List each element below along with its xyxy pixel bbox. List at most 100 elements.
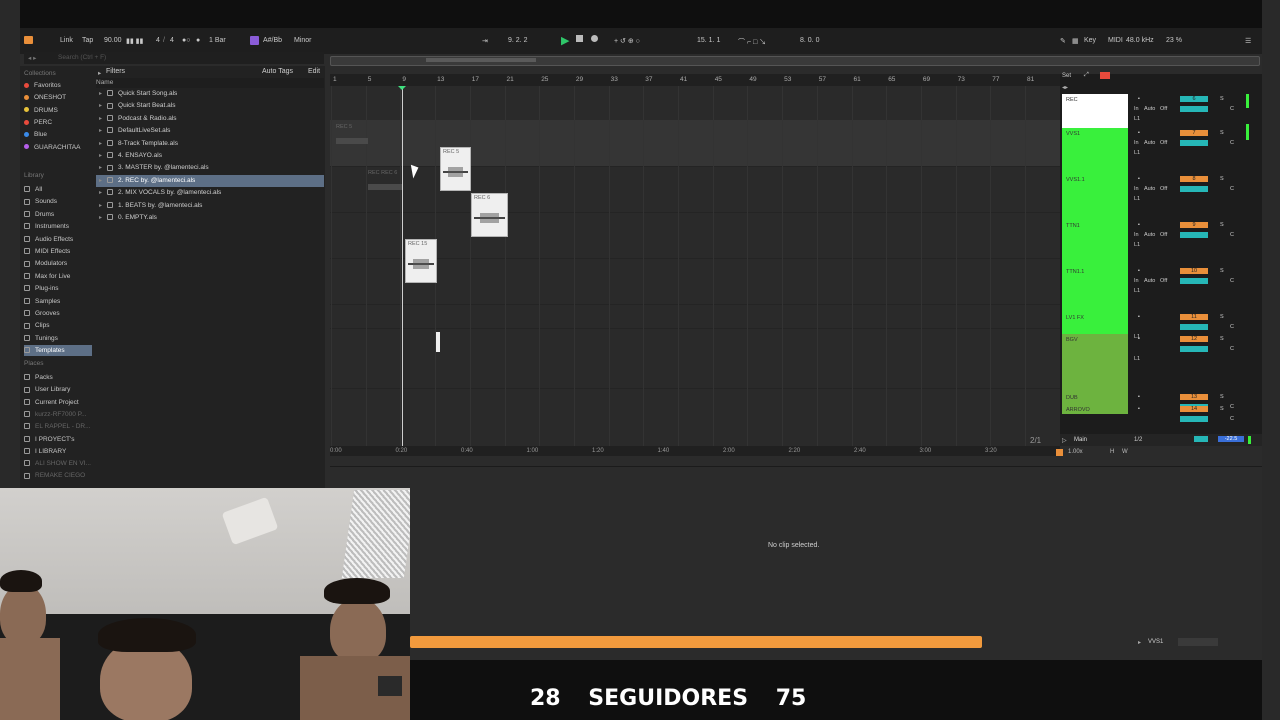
keyboard-icon[interactable]: ▦ — [1072, 37, 1079, 45]
audio-clip[interactable]: REC 15 — [405, 239, 437, 283]
places-item[interactable]: REMAKE CIEGO — [24, 470, 92, 481]
collection-item[interactable]: Favoritos — [24, 80, 92, 91]
auto-label[interactable]: Auto — [1144, 278, 1155, 284]
library-item[interactable]: Grooves — [24, 308, 92, 319]
track-number[interactable]: 13 — [1180, 394, 1208, 400]
expand-arrow-icon[interactable]: ▸ — [99, 103, 102, 109]
off-label[interactable]: Off — [1160, 106, 1167, 112]
places-item[interactable]: Current Project — [24, 397, 92, 408]
audio-clip[interactable]: REC 6 — [471, 193, 508, 237]
browser-file-row[interactable]: ▸ Podcast & Radio.als — [96, 113, 324, 125]
track-volume-bar[interactable] — [1180, 232, 1208, 238]
track-volume-bar[interactable] — [1180, 106, 1208, 112]
channel-label[interactable]: L1 — [1134, 116, 1140, 122]
main-track[interactable]: ▷ Main 1/2 -22.5 — [1060, 434, 1262, 446]
places-item[interactable]: Packs — [24, 372, 92, 383]
link-button[interactable]: Link — [60, 37, 73, 44]
arrangement-view[interactable]: 1 5 9 13 17 21 25 29 33 37 41 45 49 53 57 61 65 69 73 77 81 … — [330, 74, 1060, 446]
expand-arrow-icon[interactable]: ▸ — [99, 153, 102, 159]
track-volume-bar[interactable] — [1180, 346, 1208, 352]
input-label[interactable]: In — [1134, 278, 1139, 284]
scale-root[interactable]: A#/Bb — [263, 37, 282, 44]
cue-icon[interactable]: C — [1230, 140, 1234, 146]
solo-icon[interactable]: S — [1220, 268, 1224, 274]
channel-label[interactable]: L1 — [1134, 288, 1140, 294]
collection-item[interactable]: PERC — [24, 117, 92, 128]
solo-icon[interactable]: S — [1220, 96, 1224, 102]
tempo-field[interactable]: 90.00 — [104, 37, 122, 44]
library-item[interactable]: Clips — [24, 320, 92, 331]
cue-icon[interactable]: C — [1230, 106, 1234, 112]
track-lane-rec[interactable] — [330, 86, 1060, 121]
main-play-icon[interactable]: ▷ — [1062, 437, 1067, 444]
arm-icon[interactable]: ▪ — [1138, 394, 1140, 400]
track-header[interactable]: REC — [1062, 94, 1128, 128]
time-signature-denominator[interactable]: 4 — [170, 37, 174, 44]
arm-icon[interactable]: ▪ — [1138, 176, 1140, 182]
off-label[interactable]: Off — [1160, 232, 1167, 238]
off-label[interactable]: Off — [1160, 186, 1167, 192]
solo-icon[interactable]: S — [1220, 406, 1224, 412]
zoom-icon[interactable] — [1056, 449, 1063, 456]
midi-map-button[interactable]: MIDI — [1108, 37, 1123, 44]
solo-icon[interactable]: S — [1220, 336, 1224, 342]
library-item[interactable]: Sounds — [24, 196, 92, 207]
playhead[interactable] — [402, 86, 403, 446]
input-label[interactable]: In — [1134, 186, 1139, 192]
track-play-icon[interactable]: ▸ — [1138, 639, 1141, 646]
channel-label[interactable]: L1 — [1134, 356, 1140, 362]
library-item[interactable]: Audio Effects — [24, 234, 92, 245]
library-item[interactable]: Drums — [24, 209, 92, 220]
browser-file-row[interactable]: ▸ 0. EMPTY.als — [96, 212, 324, 224]
overview-selection[interactable] — [426, 58, 536, 62]
track-header[interactable]: LV1 FX — [1062, 312, 1128, 334]
track-lane-ttn1-1[interactable] — [330, 258, 1060, 305]
auto-label[interactable]: Auto — [1144, 140, 1155, 146]
link-icon[interactable]: ⤢ — [1084, 72, 1089, 79]
app-icon[interactable] — [24, 36, 33, 44]
browser-file-row[interactable]: ▸ 3. MASTER by. @lamenteci.als — [96, 162, 324, 174]
loop-length-field[interactable]: 8. 0. 0 — [800, 37, 819, 44]
channel-label[interactable]: L1 — [1134, 242, 1140, 248]
tap-button[interactable]: Tap — [82, 37, 93, 44]
track-lane-ttn1[interactable] — [330, 212, 1060, 259]
library-item[interactable]: All — [24, 184, 92, 195]
input-label[interactable]: In — [1134, 232, 1139, 238]
draw-mode-icon[interactable]: ✎ — [1060, 37, 1066, 45]
alert-icon[interactable] — [1100, 72, 1110, 79]
overdub-icon[interactable]: + ↺ ⊕ ○ — [614, 37, 640, 45]
solo-icon[interactable]: S — [1220, 222, 1224, 228]
name-column-header[interactable]: Name — [96, 79, 113, 86]
main-volume[interactable]: -22.5 — [1218, 436, 1244, 442]
scale-mode[interactable]: Minor — [294, 37, 312, 44]
auto-label[interactable]: Auto — [1144, 186, 1155, 192]
track-volume-bar[interactable] — [1180, 186, 1208, 192]
song-position[interactable]: 9. 2. 2 — [508, 37, 527, 44]
search-bar[interactable]: ◂ ▸ Search (Ctrl + F) — [24, 52, 324, 64]
track-volume-bar[interactable] — [1180, 278, 1208, 284]
off-label[interactable]: Off — [1160, 278, 1167, 284]
audio-clip[interactable]: REC 5 — [440, 147, 471, 191]
cue-icon[interactable]: C — [1230, 232, 1234, 238]
collection-item[interactable]: GUARACHITAA — [24, 142, 92, 153]
record-icon[interactable] — [591, 35, 598, 42]
track-volume-bar[interactable] — [1180, 140, 1208, 146]
beat-ruler[interactable]: 1 5 9 13 17 21 25 29 33 37 41 45 49 53 57 61 65 69 73 77 81 — [330, 74, 1060, 86]
play-icon[interactable]: ▶ — [561, 34, 569, 47]
expand-arrow-icon[interactable]: ▸ — [99, 141, 102, 147]
stop-icon[interactable] — [576, 35, 583, 42]
places-item[interactable]: I PROYECT's — [24, 434, 92, 445]
auto-label[interactable]: Auto — [1144, 106, 1155, 112]
set-button[interactable]: Set — [1062, 73, 1071, 79]
track-number[interactable]: 9 — [1180, 222, 1208, 228]
track-header[interactable]: BGV — [1062, 334, 1128, 392]
cue-icon[interactable]: C — [1230, 324, 1234, 330]
main-volume-bar[interactable] — [1194, 436, 1208, 442]
track-number[interactable]: 7 — [1180, 130, 1208, 136]
h-button[interactable]: H — [1110, 449, 1114, 455]
punch-icons[interactable]: ⌒ ⌐ □ ↘ — [738, 37, 766, 47]
track-number[interactable]: 6 — [1180, 96, 1208, 102]
solo-icon[interactable]: S — [1220, 314, 1224, 320]
nudge-icon[interactable]: ▮▮ ▮▮ — [126, 37, 143, 45]
detail-view[interactable]: No clip selected. — [330, 466, 1262, 653]
